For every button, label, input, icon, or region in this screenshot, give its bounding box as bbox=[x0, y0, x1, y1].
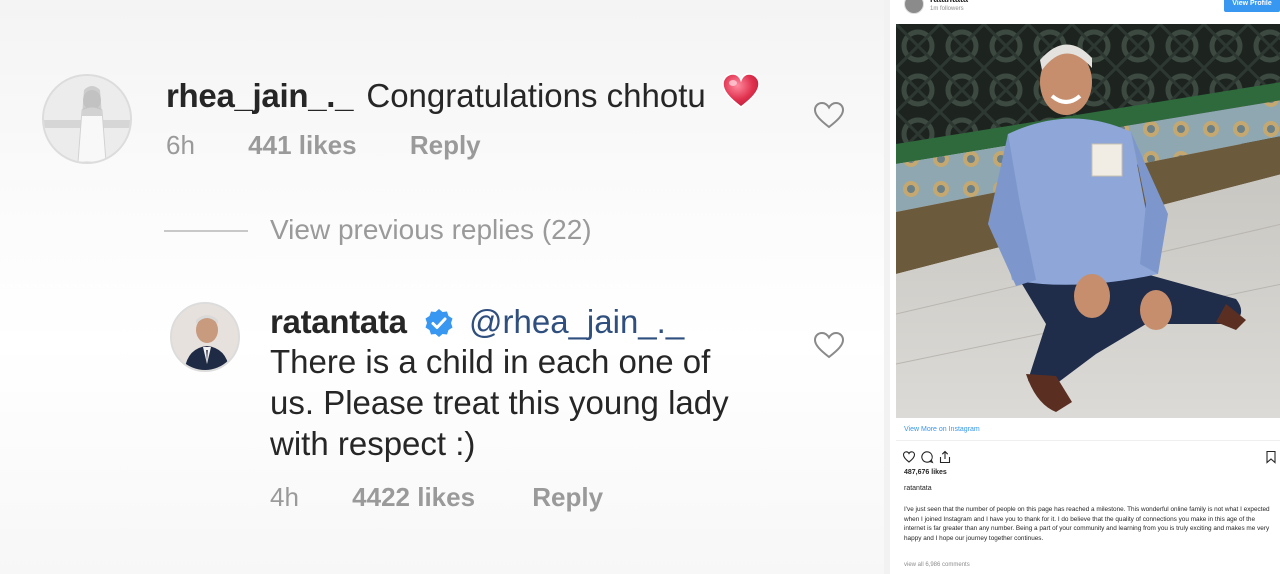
divider bbox=[896, 440, 1280, 441]
reply-text-line: with respect :) bbox=[270, 425, 476, 462]
heart-emoji-icon bbox=[721, 72, 761, 119]
post-image[interactable] bbox=[896, 24, 1280, 418]
comment-time: 6h bbox=[166, 130, 195, 160]
post-username[interactable]: ratantata bbox=[930, 0, 968, 4]
comment-likes[interactable]: 441 likes bbox=[248, 130, 356, 160]
reply-meta: 4h 4422 likes Reply bbox=[270, 482, 603, 513]
view-profile-button[interactable]: View Profile bbox=[1224, 0, 1280, 12]
caption-username[interactable]: ratantata bbox=[904, 485, 932, 492]
post-caption: I've just seen that the number of people… bbox=[904, 506, 1270, 542]
reply-text-line: us. Please treat this young lady bbox=[270, 384, 729, 421]
heart-outline-icon[interactable] bbox=[812, 100, 846, 130]
avatar[interactable] bbox=[170, 302, 240, 372]
view-all-comments-link[interactable]: view all 6,986 comments bbox=[904, 562, 970, 568]
instagram-post: ratantata 1m followers View Profile bbox=[884, 0, 1280, 574]
like-count[interactable]: 487,676 likes bbox=[904, 469, 947, 476]
comment-text: Congratulations chhotu bbox=[366, 77, 706, 115]
post-header: ratantata 1m followers View Profile bbox=[890, 0, 1280, 22]
bookmark-icon[interactable] bbox=[1264, 450, 1278, 464]
reply-username[interactable]: ratantata bbox=[270, 303, 407, 340]
comment-meta: 6h 441 likes Reply bbox=[166, 130, 481, 161]
avatar[interactable] bbox=[904, 0, 924, 14]
replies-divider bbox=[164, 230, 248, 232]
mention-link[interactable]: @rhea_jain_._ bbox=[469, 303, 684, 340]
reply-likes[interactable]: 4422 likes bbox=[352, 482, 475, 512]
reply-button[interactable]: Reply bbox=[410, 130, 481, 160]
comment-icon[interactable] bbox=[920, 450, 934, 464]
follower-count: 1m followers bbox=[930, 6, 964, 12]
comment-thread: rhea_jain_._ Congratulations chhotu 6h 4… bbox=[0, 0, 884, 574]
comment-line: rhea_jain_._ Congratulations chhotu bbox=[166, 72, 761, 125]
comment-username[interactable]: rhea_jain_._ bbox=[166, 77, 353, 114]
verified-badge-icon bbox=[424, 307, 454, 338]
reply-time: 4h bbox=[270, 482, 299, 512]
avatar[interactable] bbox=[42, 74, 132, 164]
reply-text-line: There is a child in each one of bbox=[270, 343, 711, 380]
reply-button[interactable]: Reply bbox=[532, 482, 603, 512]
view-previous-replies-link[interactable]: View previous replies (22) bbox=[270, 214, 592, 246]
heart-outline-icon[interactable] bbox=[902, 450, 916, 464]
view-more-link[interactable]: View More on Instagram bbox=[904, 426, 980, 433]
share-icon[interactable] bbox=[938, 450, 952, 464]
heart-outline-icon[interactable] bbox=[812, 330, 846, 360]
reply-header: ratantata @rhea_jain_._ bbox=[270, 302, 684, 342]
